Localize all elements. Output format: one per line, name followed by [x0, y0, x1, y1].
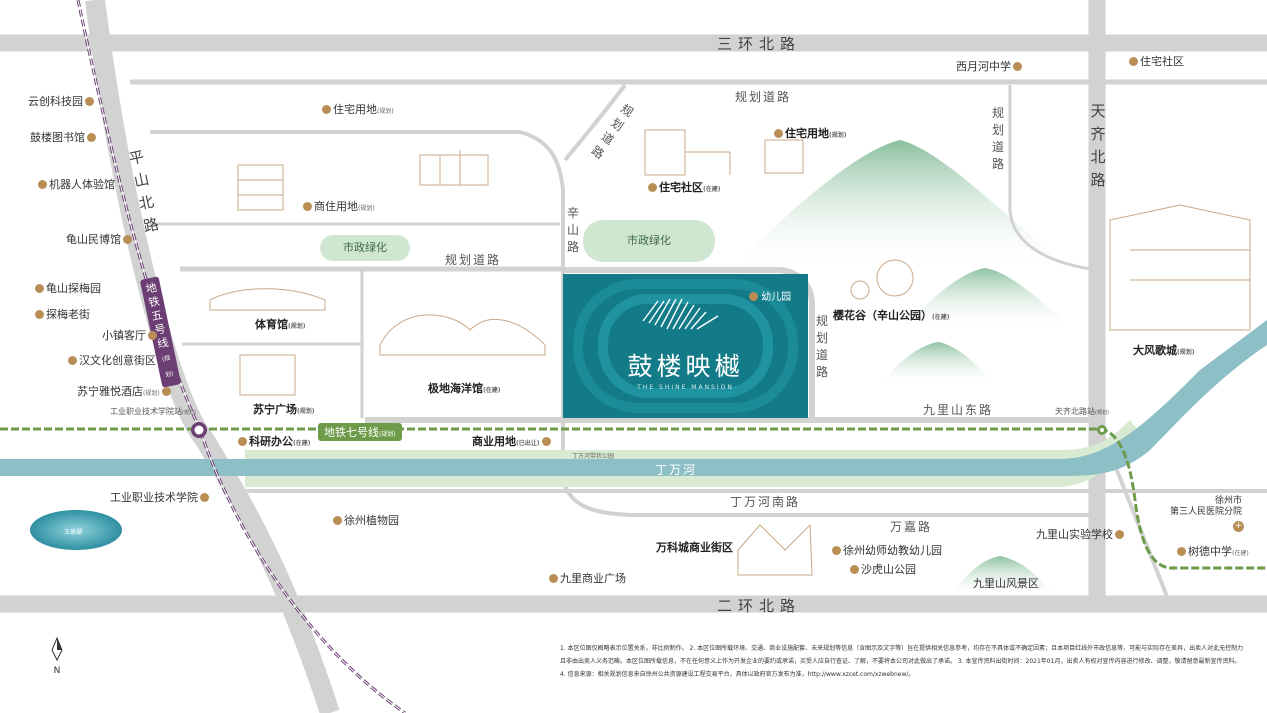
poi-suning-hotel[interactable]: 苏宁雅悦酒店(规划)	[77, 385, 173, 400]
poi-icon	[333, 516, 342, 525]
poi-icon	[549, 574, 558, 583]
project-name: 鼓楼映樾	[627, 352, 744, 381]
poi-icon	[1115, 530, 1124, 539]
poi-commercial-land[interactable]: 商业用地(已出让)	[472, 435, 553, 450]
poi-gym[interactable]: 体育馆(规划)	[255, 318, 306, 333]
poi-hospital[interactable]: 徐州市 第三人民医院分院	[1170, 496, 1242, 518]
building-vanke	[737, 523, 813, 576]
poi-residential-2[interactable]: 住宅用地(规划)	[772, 127, 847, 142]
poi-icon	[161, 387, 171, 396]
hospital-icon: +	[1233, 521, 1244, 532]
poi-robot[interactable]: 机器人体验馆	[36, 178, 115, 191]
poi-shude[interactable]: 树德中学(在建)	[1175, 545, 1249, 560]
poi-xiaozhen[interactable]: 小镇客厅	[102, 329, 159, 342]
mountain-small	[880, 342, 995, 385]
poi-library[interactable]: 鼓楼图书馆	[30, 131, 98, 144]
road-ring3-label: 三环北路	[717, 35, 802, 53]
poi-jiulishan-scenic[interactable]: 九里山风景区	[973, 577, 1039, 590]
poi-icon	[648, 183, 657, 192]
poi-icon	[87, 133, 96, 142]
building-gym	[209, 288, 326, 311]
station-west-label: 工业职业技术学院站(规划)	[110, 407, 196, 416]
mountain-large	[730, 140, 1070, 270]
poi-ximeyue-school[interactable]: 西月河中学	[956, 60, 1024, 73]
project-name-en: THE SHINE MANSION	[637, 384, 734, 391]
road-wanjia-label: 万嘉路	[890, 520, 933, 534]
poi-icon	[68, 356, 77, 365]
road-xinshan	[150, 130, 565, 418]
poi-icon	[541, 437, 551, 446]
poi-kindergarten-xz[interactable]: 徐州幼师幼教幼儿园	[830, 544, 942, 557]
road-plan-right-label: 规划道路	[991, 106, 1004, 171]
poi-icon	[200, 493, 209, 502]
building-community	[644, 129, 686, 176]
green-1: 市政绿化	[320, 235, 410, 261]
poi-icon	[850, 565, 859, 574]
compass-label: N	[53, 666, 61, 676]
poi-botanic[interactable]: 徐州植物园	[331, 514, 399, 527]
poi-polar[interactable]: 极地海洋馆(在建)	[428, 382, 501, 397]
poi-shahushan[interactable]: 沙虎山公园	[848, 563, 916, 576]
road-jiulishan-east-label: 九里山东路	[923, 403, 994, 417]
kindergarten-label: 幼儿园	[749, 288, 791, 303]
poi-yunchuang[interactable]: 云创科技园	[28, 95, 96, 108]
poi-icon	[35, 284, 44, 293]
poi-icon	[1177, 547, 1186, 556]
poi-zhuzhai-shequ[interactable]: 住宅社区	[1127, 55, 1184, 68]
river-label: 丁万河	[655, 463, 698, 477]
compass: N	[46, 636, 68, 676]
poi-yuquan: 玉泉湖	[64, 529, 83, 536]
poi-guishan-museum[interactable]: 龟山民博馆	[66, 233, 134, 246]
north-arrow-icon	[51, 636, 63, 662]
poi-icon	[832, 546, 841, 555]
poi-residential-1[interactable]: 住宅用地(规划)	[320, 103, 394, 118]
poi-vanke[interactable]: 万科城商业街区	[656, 541, 733, 554]
building-residential-2	[764, 139, 804, 174]
green-2: 市政绿化	[583, 220, 715, 262]
poi-icon	[303, 202, 312, 211]
building-residential-1	[419, 154, 489, 186]
poi-commercial-res[interactable]: 商住用地(规划)	[301, 200, 375, 215]
disclaimer-footnote: 1. 本区位图仅概略表示位置关系，非比例制作。 2. 本区位图所载环境、交通、商…	[560, 645, 1244, 678]
road-tianqi-label: 天齐北路	[1090, 102, 1106, 189]
poi-suning-plaza[interactable]: 苏宁广场(规划)	[253, 403, 315, 418]
poi-residential-community[interactable]: 住宅社区(在建)	[646, 181, 721, 196]
poi-icon	[38, 180, 47, 189]
poi-icon	[322, 105, 331, 114]
building-commercial-res	[237, 164, 284, 211]
poi-icon	[774, 129, 783, 138]
metro-line7-badge: 地铁七号线(规划)	[318, 423, 402, 441]
road-plan-top-label: 规划道路	[735, 90, 792, 104]
building-dafeng	[1109, 204, 1251, 331]
building-suning	[239, 354, 296, 396]
poi-icon	[238, 437, 247, 446]
poi-jiuli-commercial[interactable]: 九里商业广场	[547, 572, 626, 585]
road-dingwanhe-south-label: 丁万河南路	[730, 495, 801, 509]
road-plan-mid-label: 规划道路	[445, 253, 502, 267]
poi-hanwenhua[interactable]: 汉文化创意街区	[66, 354, 156, 367]
poi-icon	[35, 310, 44, 319]
poi-research[interactable]: 科研办公(在建)	[236, 435, 311, 450]
poi-guishan-tanmei[interactable]: 龟山探梅园	[33, 282, 101, 295]
poi-tanmei-street[interactable]: 探梅老街	[33, 308, 90, 321]
road-xinshan-label: 辛山路	[566, 206, 579, 254]
riverside-park-label: 丁万河带状公园	[572, 453, 615, 460]
station-east-label: 天齐北路站(规划)	[1055, 407, 1109, 416]
poi-icon	[85, 97, 94, 106]
poi-gongye-college[interactable]: 工业职业技术学院	[110, 491, 211, 504]
location-map: 市政绿化 市政绿化 幼儿园 鼓楼映樾 THE SHINE MANSION 三环北…	[0, 0, 1267, 713]
building-polar	[379, 314, 546, 356]
poi-jiulishan-school[interactable]: 九里山实验学校	[1036, 528, 1126, 541]
road-ring2-label: 二环北路	[717, 597, 802, 615]
poi-icon	[148, 331, 157, 340]
road-plan-project-label: 规划道路	[815, 314, 828, 379]
poi-icon	[123, 235, 132, 244]
poi-dafeng[interactable]: 大风歌城(规划)	[1133, 344, 1195, 359]
poi-icon	[1129, 57, 1138, 66]
project-block[interactable]: 幼儿园 鼓楼映樾 THE SHINE MANSION	[563, 274, 808, 418]
poi-yinghuagu[interactable]: 樱花谷（辛山公园）(在建)	[833, 309, 950, 324]
poi-icon	[1013, 62, 1022, 71]
